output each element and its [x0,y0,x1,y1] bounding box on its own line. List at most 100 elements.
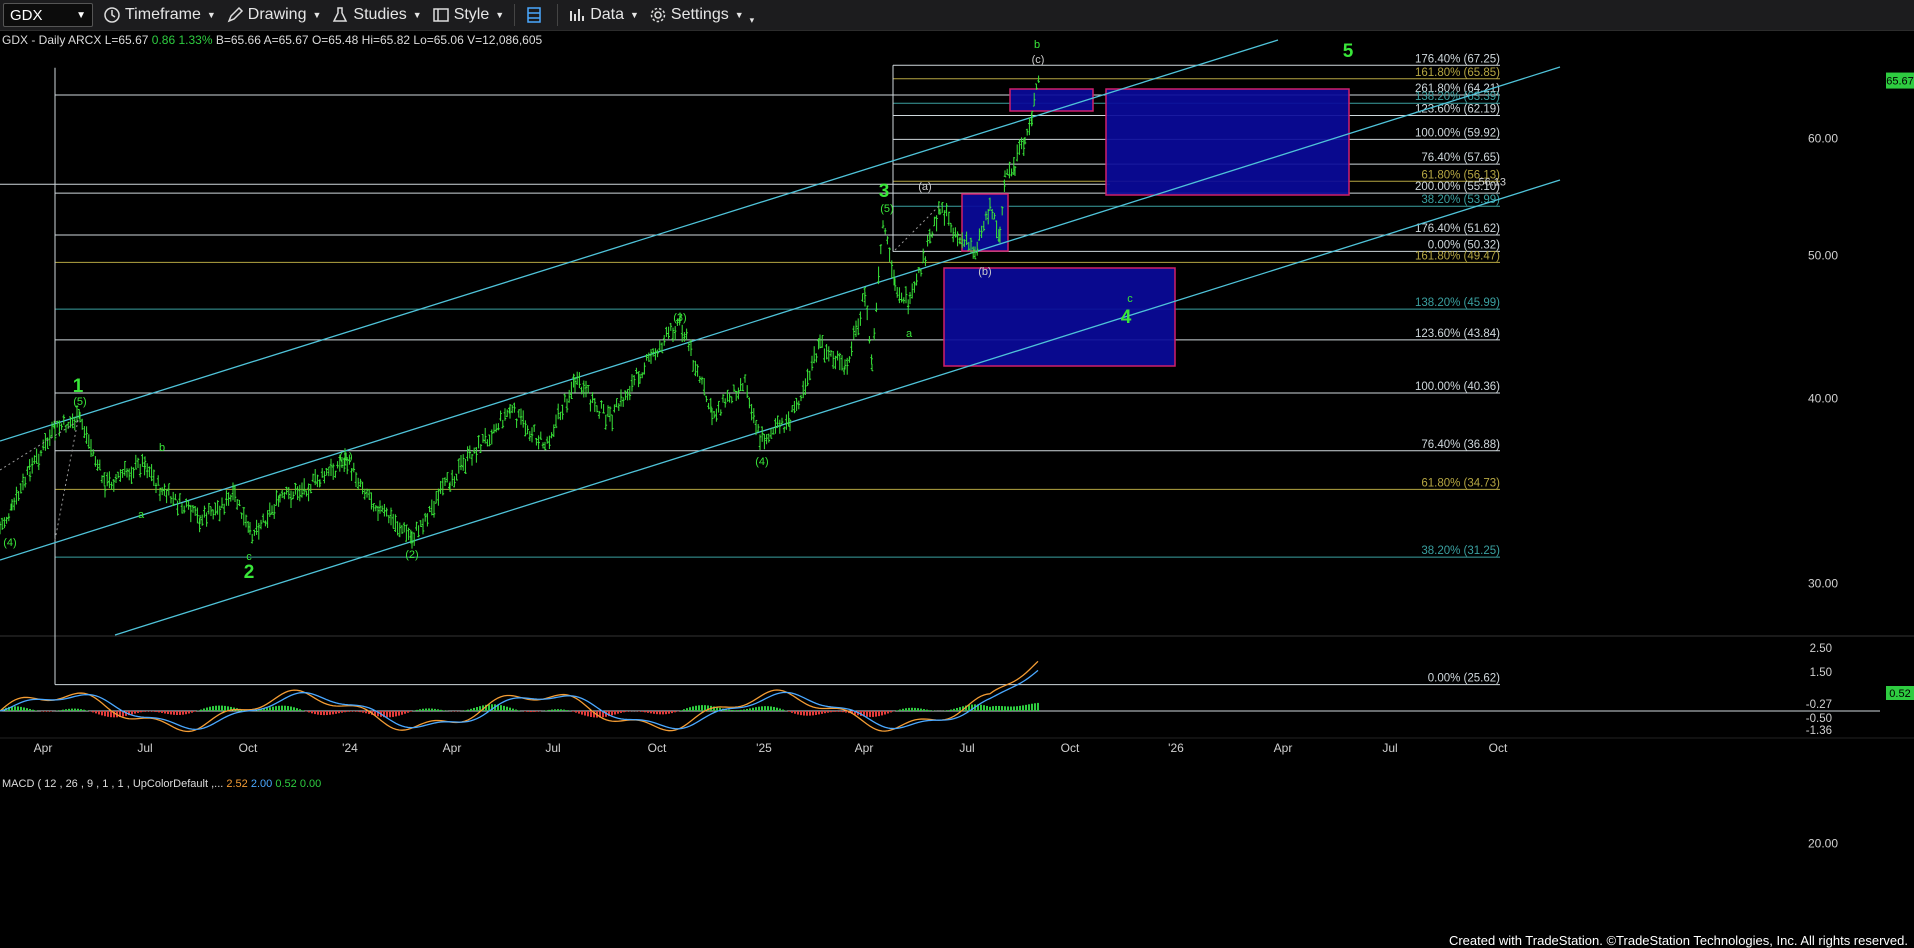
settings-menu[interactable]: Settings ▼ ▾ [649,5,754,26]
toolbar: GDX ▼ Timeframe ▼ Drawing ▼ Studies ▼ Style… [0,0,1914,31]
timeframe-menu[interactable]: Timeframe ▼ [103,6,216,24]
time-axis-label: Apr [34,741,53,755]
zero-value: 0.00 [299,778,322,790]
wave-label: 3 [879,181,890,202]
macd-last-tag-label: 0.52 [1889,688,1910,700]
toolbar-divider [557,4,559,26]
fib-level-label: 0.00% (25.62) [1428,673,1500,685]
wave-label: (5) [880,203,893,215]
time-axis-label: Oct [1061,741,1080,755]
chart-header: GDX - Daily ARCX L=65.67 0.86 1.33% B=65… [2,33,542,47]
layout-button[interactable] [525,6,547,24]
style-icon [432,8,449,22]
chevron-down-icon[interactable]: ▼ [76,10,86,21]
data-label: Data [590,6,624,23]
time-axis-label: Jul [137,741,152,755]
wave-label: 2 [244,562,255,583]
target-box [1105,88,1350,196]
fib-level-label: 138.20% (63.39) [1415,91,1500,103]
last-price-tag-label: 65.67 [1886,76,1914,88]
chevron-down-icon: ▼ [495,10,505,20]
fib-level-label: 138.20% (45.99) [1415,297,1500,309]
wave-label: a [138,509,145,521]
price-axis-label: 50.00 [1808,249,1838,263]
chevron-down-icon: ▼ [206,10,216,20]
channel-line [0,66,1561,561]
fib-level-label: 161.80% (49.47) [1415,250,1500,262]
wave-label: (2) [405,549,418,561]
high: Hi=65.82 [361,33,411,47]
fib-level-label: 176.40% (67.25) [1415,53,1500,65]
wave-label: (5) [73,396,86,408]
price-chart[interactable]: 60.0050.0040.0030.0020.00176.40% (67.25)… [0,31,1914,948]
toolbar-divider [514,4,516,26]
time-axis-label: Apr [855,741,874,755]
time-axis-label: Oct [648,741,667,755]
wave-label: 5 [1343,41,1354,62]
open: O=65.48 [311,33,359,47]
macd-axis-label: 2.50 [1810,643,1832,655]
time-axis-label: '25 [756,741,772,755]
macd-value: 2.52 [226,778,248,790]
bar-chart-icon [570,9,585,21]
bid: B=65.66 [215,33,261,47]
target-box [1009,88,1094,112]
time-axis-label: '26 [1168,741,1184,755]
fib-level-label: 76.40% (57.65) [1421,152,1500,164]
target-box [943,267,1176,367]
price-axis-label: 30.00 [1808,576,1838,590]
wave-label: 4 [1121,307,1132,328]
fib-level-label: 76.40% (36.88) [1421,439,1500,451]
fib-extra-label: 56.13 [1478,176,1506,188]
change: 0.86 [151,33,176,47]
wave-label: c [1127,293,1133,305]
fib-level-label: 38.20% (31.25) [1421,545,1500,557]
price-axis-label: 60.00 [1808,132,1838,146]
low: Lo=65.06 [413,33,464,47]
price-axis-label: 40.00 [1808,392,1838,406]
fib-level-label: 123.60% (62.19) [1415,103,1500,115]
symbol-name: GDX - Daily [2,33,66,47]
time-axis-label: Oct [239,741,258,755]
macd-axis-label: -0.27 [1806,699,1832,711]
style-label: Style [453,6,490,23]
time-axis-label: Jul [1382,741,1397,755]
macd-line [0,660,1039,733]
time-axis-label: Apr [443,741,462,755]
change-percent: 1.33% [178,33,213,47]
symbol-input[interactable]: GDX ▼ [3,3,93,27]
footer-credit: Created with TradeStation. ©TradeStation… [1448,933,1908,948]
drawing-menu[interactable]: Drawing ▼ [226,6,322,24]
wave-label: (4) [3,537,16,549]
drawing-label: Drawing [247,6,307,23]
flask-icon [333,7,348,22]
time-axis-label: Jul [959,741,974,755]
price-axis-label: 20.00 [1808,836,1838,850]
chevron-down-icon: ▼ [412,10,422,20]
wave-label: (a) [918,181,931,193]
time-axis-label: Apr [1274,741,1293,755]
fib-level-label: 38.20% (53.99) [1421,194,1500,206]
chevron-down-icon: ▼ [629,10,639,20]
wave-label: (3) [673,312,686,324]
wave-label: b [159,442,165,454]
fib-level-label: 123.60% (43.84) [1415,328,1500,340]
macd-title: MACD ( 12 , 26 , 9 , 1 , 1 , UpColorDefa… [2,778,224,790]
signal-line [0,669,1039,731]
channel-line [114,179,1561,636]
macd-axis-label: -0.50 [1806,713,1832,725]
data-menu[interactable]: Data ▼ [568,6,639,24]
macd-header: MACD ( 12 , 26 , 9 , 1 , 1 , UpColorDefa… [2,778,321,790]
timeframe-label: Timeframe [125,6,201,23]
volume: V=12,086,605 [467,33,543,47]
wave-label: (b) [978,266,991,278]
studies-menu[interactable]: Studies ▼ [331,6,422,24]
chevron-down-icon: ▼ [312,10,322,20]
fib-level-label: 100.00% (40.36) [1415,381,1500,393]
wave-label: b [1034,39,1040,51]
macd-axis-label: -1.36 [1806,725,1832,737]
fib-level-label: 176.40% (51.62) [1415,223,1500,235]
style-menu[interactable]: Style ▼ [432,6,505,24]
guide-dotted-line [0,419,81,471]
layout-icon [527,7,541,23]
